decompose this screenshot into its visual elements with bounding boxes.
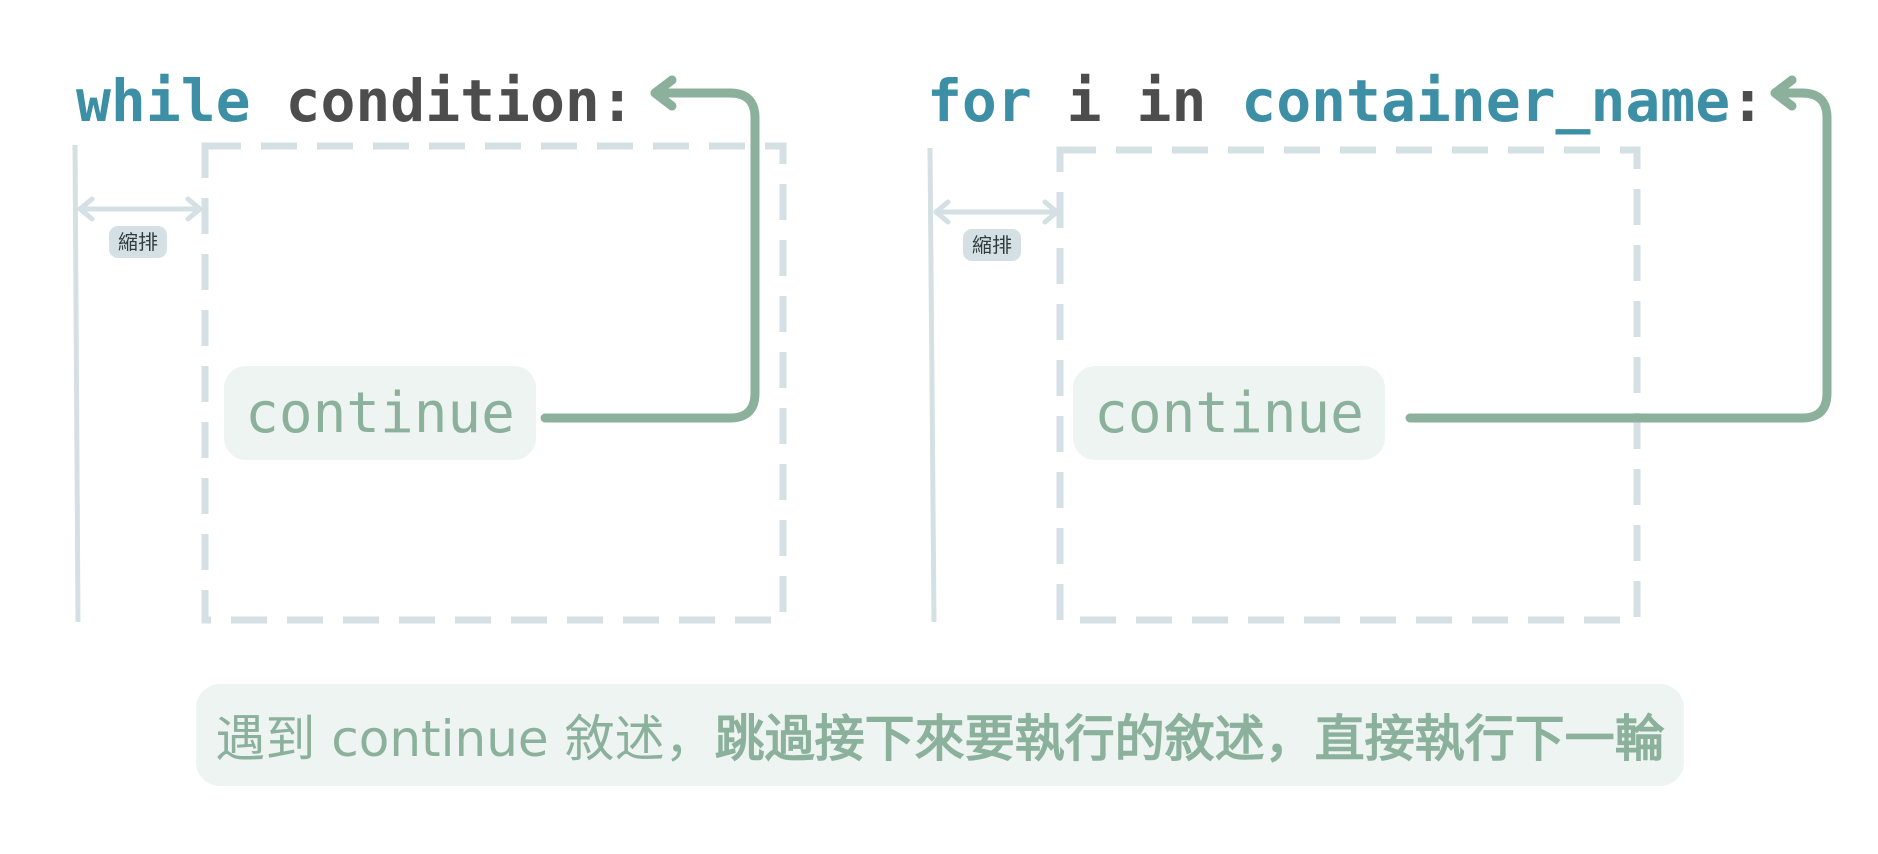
caption-lead: 遇到 continue 敘述，: [215, 710, 715, 768]
left-continue-arrow: [540, 88, 760, 423]
right-indent-badge: 縮排: [963, 229, 1021, 261]
while-header: while condition:: [76, 72, 635, 130]
caption-emphasis: 跳過接下來要執行的敘述，直接執行下一輪: [714, 710, 1665, 768]
left-continue-box: continue: [224, 366, 536, 460]
right-indent-arrow: [933, 199, 1060, 225]
left-margin-line: [72, 144, 81, 623]
container-name: container_name: [1241, 67, 1731, 135]
right-continue-arrow: [1405, 88, 1832, 423]
left-indent-badge: 縮排: [109, 226, 167, 258]
caption-box: 遇到 continue 敘述， 跳過接下來要執行的敘述，直接執行下一輪: [196, 684, 1684, 786]
left-indent-arrow: [77, 196, 203, 222]
for-colon: :: [1730, 67, 1766, 135]
right-continue-box: continue: [1073, 366, 1385, 460]
for-loop-variable: i in: [1031, 67, 1242, 135]
for-header: for i in container_name:: [927, 72, 1765, 130]
right-margin-line: [927, 147, 937, 623]
for-keyword: for: [927, 67, 1032, 135]
while-condition: condition:: [250, 67, 635, 135]
while-keyword: while: [76, 67, 251, 135]
